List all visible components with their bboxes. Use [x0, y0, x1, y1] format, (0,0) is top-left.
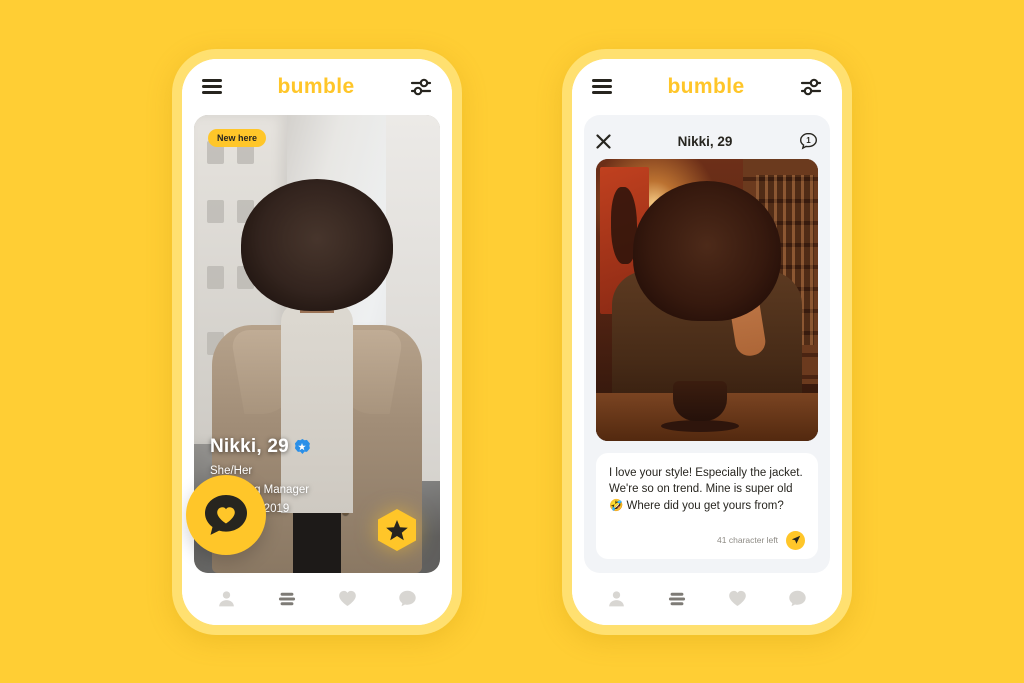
right-bottom-nav — [572, 572, 842, 625]
phone-right-screen: bumble Nikki, 29 1 I love your style! Es… — [572, 58, 842, 625]
message-count-icon[interactable]: 1 — [799, 132, 818, 151]
compose-footer: 41 character left — [609, 530, 805, 550]
phone-left: bumble New here Nikki, 29 She/Her Market… — [172, 48, 462, 635]
right-top-bar: bumble — [572, 58, 842, 115]
message-compose-box[interactable]: I love your style! Especially the jacket… — [596, 452, 818, 559]
new-here-badge: New here — [208, 128, 267, 147]
hamburger-menu-icon[interactable] — [592, 79, 612, 94]
sidebar-item-chats[interactable] — [781, 582, 815, 616]
sidebar-item-profile[interactable] — [209, 582, 243, 616]
page-title: Nikki, 29 — [210, 435, 289, 457]
photo-hair — [241, 178, 393, 311]
hamburger-menu-icon[interactable] — [202, 79, 222, 94]
phone-left-screen: bumble New here Nikki, 29 She/Her Market… — [182, 58, 452, 625]
photo-coffee-cup — [673, 380, 728, 421]
sidebar-item-profile[interactable] — [599, 582, 633, 616]
chat-photo[interactable] — [596, 158, 818, 441]
phone-right: bumble Nikki, 29 1 I love your style! Es… — [562, 48, 852, 635]
sidebar-item-likes[interactable] — [720, 582, 754, 616]
message-input[interactable]: I love your style! Especially the jacket… — [609, 465, 805, 525]
left-top-bar: bumble — [182, 58, 452, 115]
chat-panel: Nikki, 29 1 I love your style! Especiall… — [584, 114, 830, 573]
app-logo: bumble — [667, 74, 745, 98]
app-logo: bumble — [277, 74, 355, 98]
sidebar-item-hive[interactable] — [270, 582, 304, 616]
profile-name-row: Nikki, 29 — [210, 436, 310, 458]
sidebar-item-chats[interactable] — [391, 582, 425, 616]
left-bottom-nav — [182, 572, 452, 625]
send-paper-plane-icon[interactable] — [786, 530, 805, 550]
filter-sliders-icon[interactable] — [410, 77, 432, 97]
verified-badge-icon — [294, 439, 310, 454]
sidebar-item-likes[interactable] — [330, 582, 364, 616]
cafe-photo — [596, 158, 818, 441]
message-count-badge: 1 — [806, 136, 811, 145]
superswipe-star-icon[interactable] — [378, 508, 416, 551]
chat-header: Nikki, 29 1 — [596, 125, 818, 159]
photo-hair — [633, 181, 781, 322]
scene: bumble New here Nikki, 29 She/Her Market… — [0, 0, 1024, 683]
filter-sliders-icon[interactable] — [800, 77, 822, 97]
character-counter: 41 character left — [717, 535, 778, 545]
close-icon[interactable] — [596, 134, 611, 149]
chat-title: Nikki, 29 — [677, 134, 733, 149]
card-area: New here Nikki, 29 She/Her Marketing Man… — [182, 114, 452, 573]
sidebar-item-hive[interactable] — [660, 582, 694, 616]
chat-heart-icon[interactable] — [186, 474, 266, 555]
